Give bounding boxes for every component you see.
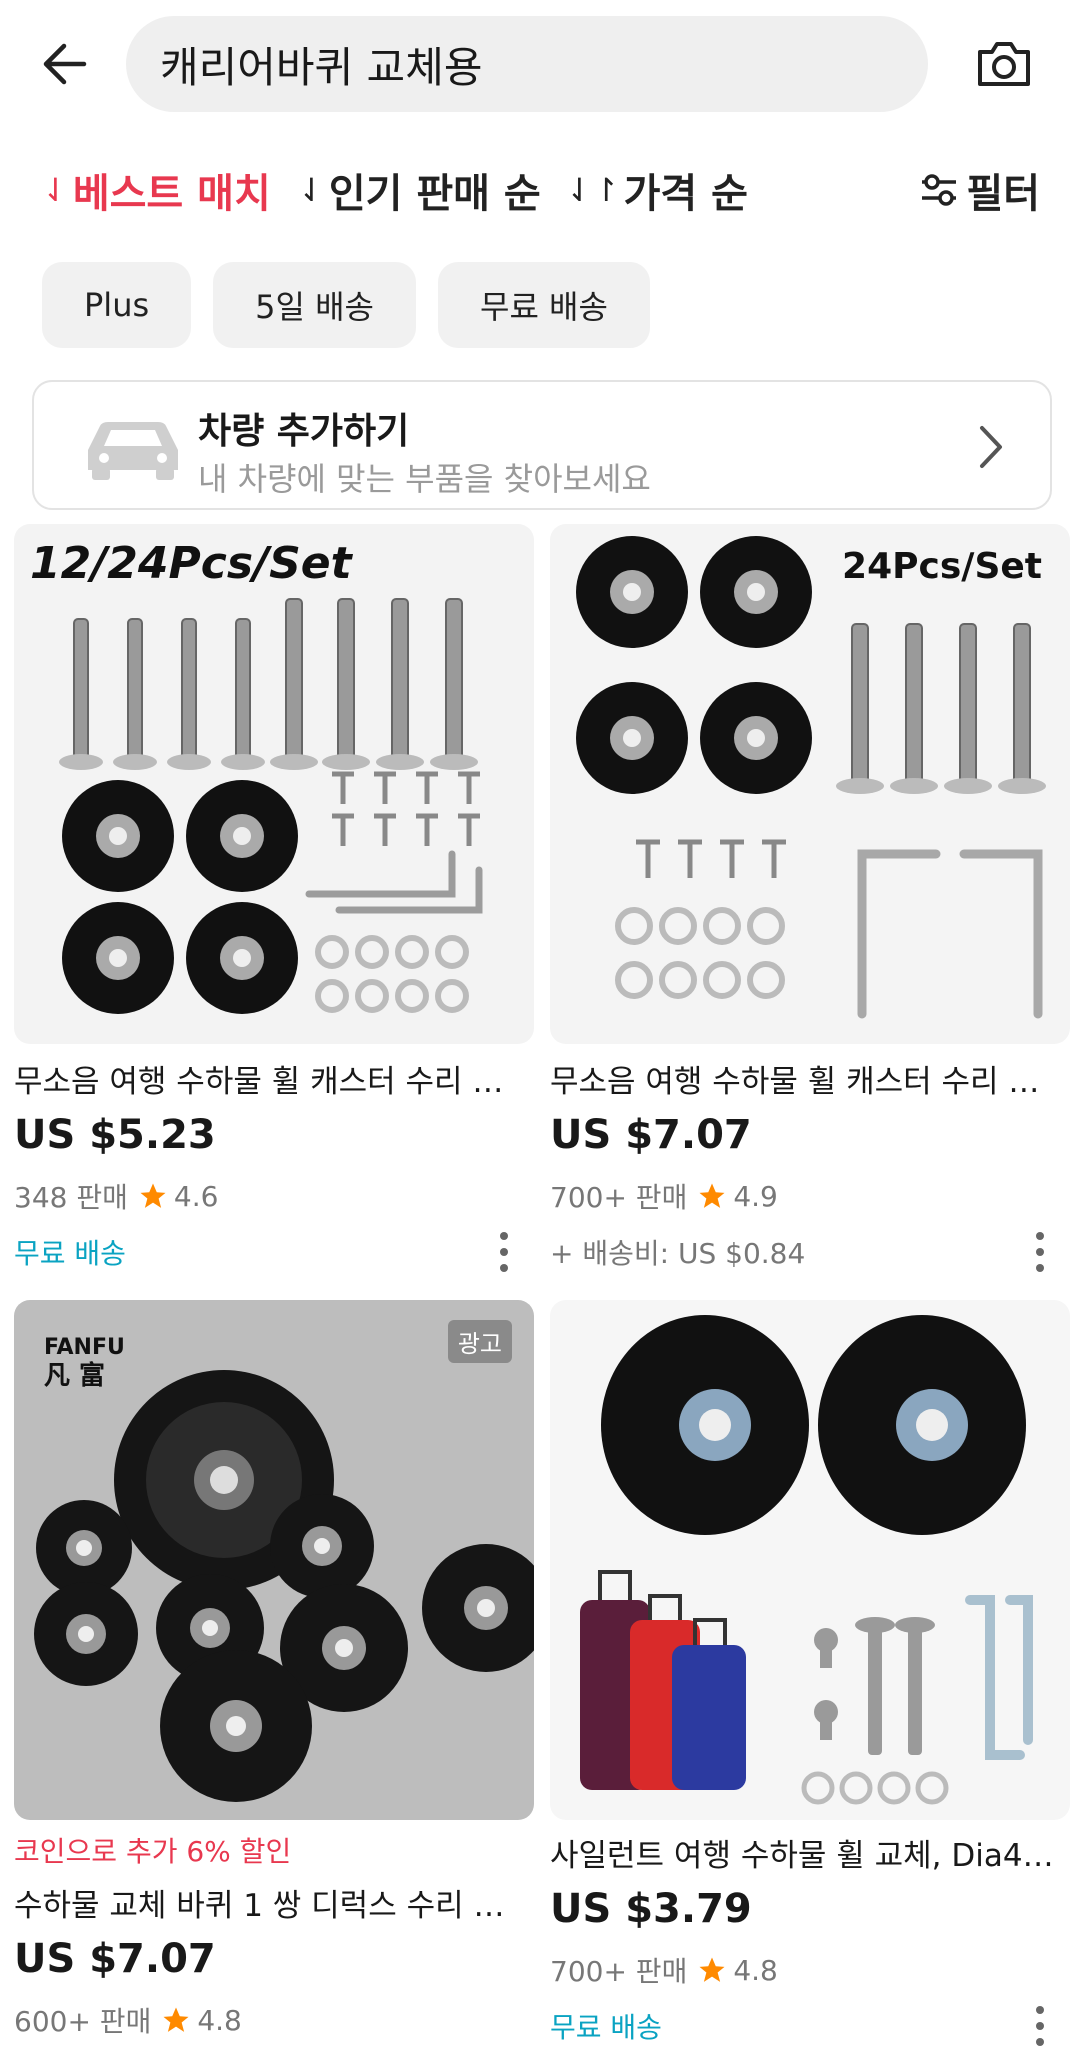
wheel-kit-image bbox=[576, 536, 1046, 1019]
product-title: 무소음 여행 수하물 휠 캐스터 수리 … bbox=[550, 1064, 1040, 1100]
shipping-info: 무료 배송 bbox=[14, 1237, 126, 1270]
star-icon bbox=[163, 2007, 189, 2032]
product-title: 사일런트 여행 수하물 휠 교체, Dia4… bbox=[550, 1838, 1054, 1874]
filter-chips: Plus 5일 배송 무료 배송 bbox=[42, 262, 650, 348]
product-card[interactable]: 사일런트 여행 수하물 휠 교체, Dia4… US $3.79 700+ 판매… bbox=[550, 1300, 1070, 2055]
car-icon bbox=[88, 422, 178, 480]
product-card[interactable]: 24Pcs/Set 무소음 여행 수하물 휠 캐스터 수리 … US $7.07… bbox=[550, 524, 1070, 1284]
sort-best-match[interactable]: ⇃ 베스트 매치 bbox=[42, 160, 271, 220]
star-icon bbox=[699, 1183, 725, 1208]
search-input[interactable]: 캐리어바퀴 교체용 bbox=[126, 16, 928, 112]
product-image[interactable]: 12/24Pcs/Set bbox=[14, 524, 534, 1044]
image-set-label: 24Pcs/Set bbox=[842, 546, 1042, 587]
brand-logo: FANFU 凡 富 bbox=[44, 1334, 125, 1390]
promo-text: 코인으로 추가 6% 할인 bbox=[14, 1835, 292, 1868]
dot bbox=[500, 1232, 508, 1240]
dot bbox=[1036, 1232, 1044, 1240]
brand-name-en: FANFU bbox=[44, 1335, 125, 1360]
rating: 4.6 bbox=[173, 1179, 219, 1213]
header: 캐리어바퀴 교체용 bbox=[0, 0, 1080, 128]
sort-arrow-icon: ⇃ bbox=[42, 171, 69, 209]
more-options-button[interactable] bbox=[1030, 1232, 1050, 1272]
product-price: US $5.23 bbox=[14, 1112, 216, 1158]
filter-sliders-icon bbox=[922, 174, 957, 206]
product-title: 수하물 교체 바퀴 1 쌍 디럭스 수리 … bbox=[14, 1888, 505, 1924]
chip-5day-delivery[interactable]: 5일 배송 bbox=[213, 262, 416, 348]
search-query: 캐리어바퀴 교체용 bbox=[160, 42, 483, 92]
sold-count: 600+ 판매 bbox=[14, 2005, 152, 2038]
product-image[interactable] bbox=[550, 1300, 1070, 1820]
shipping-info: 무료 배송 bbox=[550, 2011, 662, 2044]
star-icon bbox=[699, 1957, 725, 1982]
product-price: US $7.07 bbox=[550, 1112, 752, 1158]
star-icon bbox=[140, 1183, 166, 1208]
product-image[interactable]: 24Pcs/Set bbox=[550, 524, 1070, 1044]
sold-count: 700+ 판매 bbox=[550, 1181, 688, 1214]
product-meta: 348 판매 4.6 bbox=[14, 1176, 218, 1216]
add-vehicle-card[interactable]: 차량 추가하기 내 차량에 맞는 부품을 찾아보세요 bbox=[32, 380, 1052, 510]
wheel-kit-image bbox=[59, 598, 483, 1014]
dot bbox=[1036, 2006, 1044, 2014]
sort-popular-label: 인기 판매 순 bbox=[328, 171, 541, 217]
ad-badge: 광고 bbox=[447, 1320, 512, 1363]
product-meta: 700+ 판매 4.9 bbox=[550, 1176, 778, 1216]
product-price: US $3.79 bbox=[550, 1886, 752, 1932]
image-set-label: 12/24Pcs/Set bbox=[30, 538, 352, 589]
filter-label: 필터 bbox=[966, 171, 1040, 217]
rating: 4.9 bbox=[733, 1179, 778, 1213]
dot bbox=[500, 1248, 508, 1256]
product-meta: 600+ 판매 4.8 bbox=[14, 2000, 242, 2040]
camera-search-button[interactable] bbox=[968, 28, 1040, 100]
sold-count: 348 판매 bbox=[14, 1181, 128, 1214]
dot bbox=[1036, 1248, 1044, 1256]
chip-free-shipping[interactable]: 무료 배송 bbox=[438, 262, 650, 348]
shipping-info: + 배송비: US $0.84 bbox=[550, 1237, 806, 1270]
sort-popular[interactable]: ⇃ 인기 판매 순 bbox=[298, 160, 541, 220]
sort-arrow-icon: ⇃ bbox=[298, 171, 325, 209]
arrow-left-icon bbox=[43, 43, 87, 85]
dot bbox=[1036, 2022, 1044, 2030]
sort-price-label: 가격 순 bbox=[623, 171, 748, 217]
product-card[interactable]: FANFU 凡 富 광고 코인으로 추가 6% 할인 수하물 교체 바퀴 1 쌍… bbox=[14, 1300, 534, 2055]
rating: 4.8 bbox=[197, 2003, 242, 2037]
vehicle-subtitle: 내 차량에 맞는 부품을 찾아보세요 bbox=[198, 460, 651, 498]
filter-button[interactable]: 필터 bbox=[920, 160, 1040, 220]
product-price: US $7.07 bbox=[14, 1936, 216, 1982]
sort-best-match-label: 베스트 매치 bbox=[72, 171, 271, 217]
chevron-right-icon bbox=[980, 426, 1002, 468]
dot bbox=[500, 1264, 508, 1272]
brand-name-cn: 凡 富 bbox=[44, 1361, 106, 1391]
more-options-button[interactable] bbox=[494, 1232, 514, 1272]
sort-updown-icon: ⇃↾ bbox=[566, 171, 620, 209]
sort-bar: ⇃ 베스트 매치 ⇃ 인기 판매 순 ⇃↾ 가격 순 필터 bbox=[0, 150, 1080, 230]
chip-plus[interactable]: Plus bbox=[42, 262, 192, 348]
camera-icon bbox=[978, 42, 1030, 86]
product-card[interactable]: 12/24Pcs/Set 무소음 여행 수하물 휠 캐스터 수리 … US $5… bbox=[14, 524, 534, 1284]
sold-count: 700+ 판매 bbox=[550, 1955, 688, 1988]
rating: 4.8 bbox=[733, 1953, 778, 1987]
dot bbox=[1036, 1264, 1044, 1272]
sort-price[interactable]: ⇃↾ 가격 순 bbox=[566, 160, 748, 220]
wheels-luggage-image bbox=[580, 1315, 1033, 1805]
dot bbox=[1036, 2038, 1044, 2046]
vehicle-title: 차량 추가하기 bbox=[198, 411, 410, 452]
more-options-button[interactable] bbox=[1030, 2006, 1050, 2046]
product-title: 무소음 여행 수하물 휠 캐스터 수리 … bbox=[14, 1064, 504, 1100]
product-meta: 700+ 판매 4.8 bbox=[550, 1950, 778, 1990]
product-image[interactable]: FANFU 凡 富 광고 bbox=[14, 1300, 534, 1820]
back-button[interactable] bbox=[28, 28, 100, 100]
